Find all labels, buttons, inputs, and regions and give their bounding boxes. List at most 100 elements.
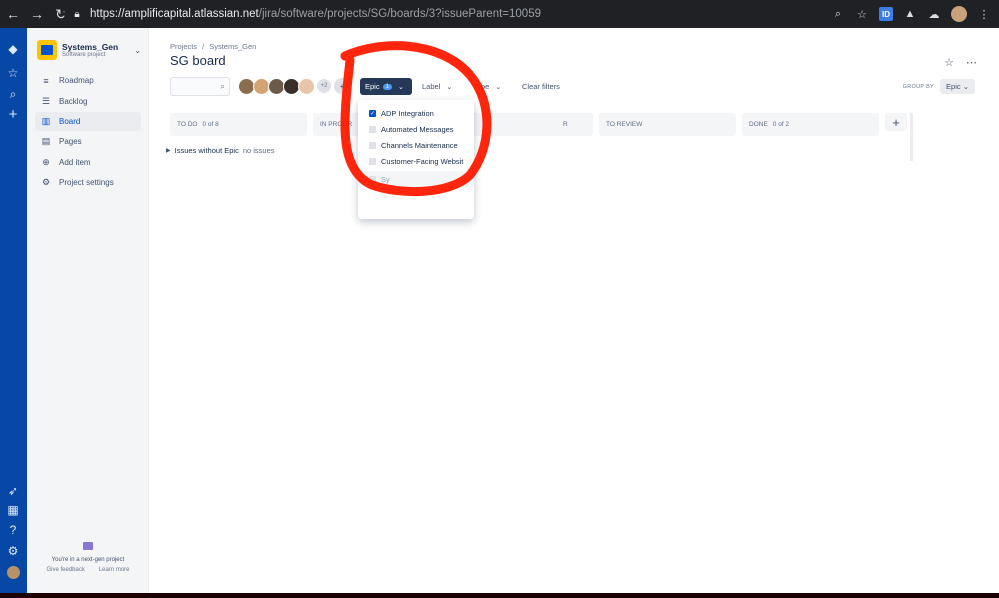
settings-icon[interactable]: ⚙: [4, 542, 22, 560]
search-icon: ⌕: [220, 82, 225, 91]
label-filter-label: Label: [422, 82, 441, 91]
breadcrumb-project[interactable]: Systems_Gen: [209, 42, 256, 51]
epic-count-badge: 1: [382, 83, 392, 90]
backlog-icon: ☰: [41, 96, 51, 106]
sidebar-item-label: Pages: [59, 137, 82, 146]
column-name: TO REVIEW: [606, 121, 643, 128]
add-person-icon[interactable]: +: [334, 78, 350, 94]
sidebar-item-board[interactable]: ▥ Board: [35, 112, 141, 131]
epic-option[interactable]: Sy: [358, 171, 474, 187]
checkbox[interactable]: [369, 157, 376, 165]
extension-id-icon[interactable]: ID: [879, 7, 893, 21]
project-type: Software project: [62, 52, 106, 58]
sidebar-item-label: Project settings: [59, 178, 114, 187]
sidebar-item-roadmap[interactable]: ≡ Roadmap: [35, 71, 141, 90]
url-path: /jira/software/projects/SG/boards/3?issu…: [258, 8, 541, 20]
scrollbar[interactable]: [910, 113, 913, 161]
epic-option[interactable]: Automated Messages: [358, 121, 474, 137]
breadcrumb: Projects / Systems_Gen: [170, 42, 256, 51]
clear-filters-button[interactable]: Clear filters: [522, 78, 560, 95]
avatar[interactable]: [298, 78, 315, 95]
sidebar-item-add-item[interactable]: ⊕ Add item: [35, 153, 141, 172]
assignee-filter: +2 +: [238, 78, 350, 95]
swimlane-header[interactable]: ▶ Issues without Epic no issues: [166, 146, 275, 155]
label-filter-button[interactable]: Label ⌄: [422, 78, 452, 95]
sidebar-item-project-settings[interactable]: ⚙ Project settings: [35, 173, 141, 192]
column-name: IN PROGR: [320, 121, 353, 128]
epic-option-label: Sy: [381, 174, 390, 184]
epic-filter-button[interactable]: Epic 1 ⌄: [360, 78, 412, 95]
checkbox-checked[interactable]: ✓: [369, 109, 376, 117]
rocket-icon[interactable]: ➶: [4, 482, 22, 500]
star-icon[interactable]: ☆: [944, 56, 954, 69]
taskbar-strip: [0, 593, 999, 598]
back-icon[interactable]: ←: [2, 3, 24, 25]
jira-app: ◆ ☆ ⌕ + ➶ ▦ ? ⚙ Systems_Gen Software pro…: [0, 28, 999, 593]
column-name: TO DO: [177, 121, 198, 128]
gear-icon: ⚙: [41, 177, 51, 187]
zoom-icon[interactable]: ⌕: [831, 7, 845, 21]
extension-drive-icon[interactable]: ▲: [903, 7, 917, 21]
group-by: GROUP BY Epic ⌄: [903, 79, 975, 94]
breadcrumb-projects[interactable]: Projects: [170, 42, 197, 51]
type-filter-label: Type: [473, 82, 490, 91]
epic-option[interactable]: Channels Maintenance: [358, 137, 474, 153]
epic-filter-label: Epic: [365, 82, 380, 91]
sidebar-item-label: Add item: [59, 158, 91, 167]
search-input[interactable]: ⌕: [170, 77, 230, 96]
group-by-select[interactable]: Epic ⌄: [940, 79, 975, 94]
nextgen-icon: [83, 542, 93, 550]
learn-more-link[interactable]: Learn more: [99, 567, 130, 573]
create-icon[interactable]: +: [4, 105, 22, 123]
sidebar-item-pages[interactable]: ▤ Pages: [35, 132, 141, 151]
give-feedback-link[interactable]: Give feedback: [46, 567, 84, 573]
apps-icon[interactable]: ▦: [4, 501, 22, 519]
swimlane-label: Issues without Epic: [174, 146, 239, 155]
chevron-right-icon: ▶: [166, 148, 171, 154]
epic-option[interactable]: Customer-Facing Websit: [358, 153, 474, 169]
column-header[interactable]: TO DO 0 of 8: [170, 113, 307, 136]
star-icon[interactable]: ☆: [4, 64, 22, 82]
sidebar-item-label: Board: [59, 117, 81, 126]
add-column-button[interactable]: +: [885, 113, 907, 131]
forward-icon[interactable]: →: [26, 3, 48, 25]
more-avatars-badge[interactable]: +2: [316, 78, 332, 94]
menu-icon[interactable]: ⋮: [977, 7, 991, 21]
user-avatar[interactable]: [4, 563, 22, 581]
board-main: Projects / Systems_Gen SG board ☆ ⋯ ⌕ +2 +…: [150, 28, 999, 593]
search-icon[interactable]: ⌕: [4, 85, 22, 103]
column-header[interactable]: R: [456, 113, 593, 136]
project-switcher[interactable]: Systems_Gen Software project ⌄: [37, 38, 141, 62]
epic-dropdown: ✓ ADP Integration Automated Messages Cha…: [358, 100, 474, 219]
column-header[interactable]: TO REVIEW: [599, 113, 736, 136]
sidebar-item-backlog[interactable]: ☰ Backlog: [35, 92, 141, 111]
type-filter-button[interactable]: Type ⌄: [473, 78, 501, 95]
extension-cloud-icon[interactable]: ☁: [927, 7, 941, 21]
checkbox[interactable]: [369, 125, 376, 133]
chevron-down-icon: ⌄: [134, 45, 141, 55]
board-icon: ▥: [41, 116, 51, 126]
chevron-down-icon: ⌄: [962, 82, 969, 91]
checkbox[interactable]: [369, 141, 376, 149]
epic-option-label: Customer-Facing Websit: [381, 156, 464, 166]
help-icon[interactable]: ?: [4, 521, 22, 539]
jira-logo-icon[interactable]: ◆: [4, 40, 22, 58]
address-bar[interactable]: 🔒︎ https://amplificapital.atlassian.net /…: [64, 4, 859, 24]
roadmap-icon: ≡: [43, 75, 49, 86]
project-name: Systems_Gen: [62, 42, 119, 52]
more-icon[interactable]: ⋯: [966, 56, 977, 69]
page-title: SG board: [170, 53, 226, 68]
global-nav: ◆ ☆ ⌕ + ➶ ▦ ? ⚙: [0, 28, 27, 593]
breadcrumb-separator: /: [202, 42, 205, 51]
star-icon[interactable]: ☆: [855, 7, 869, 21]
nextgen-text: You're in a next-gen project: [51, 557, 125, 563]
swimlane-status: no issues: [242, 146, 275, 155]
checkbox[interactable]: [369, 175, 376, 183]
column-name: DONE: [749, 121, 768, 128]
column-count: 0 of 8: [202, 121, 219, 128]
column-count: 0 of 2: [772, 121, 790, 128]
epic-option-label: Channels Maintenance: [381, 140, 458, 150]
epic-option[interactable]: ✓ ADP Integration: [358, 105, 474, 121]
profile-avatar[interactable]: [951, 6, 967, 22]
column-header[interactable]: DONE 0 of 2: [742, 113, 879, 136]
